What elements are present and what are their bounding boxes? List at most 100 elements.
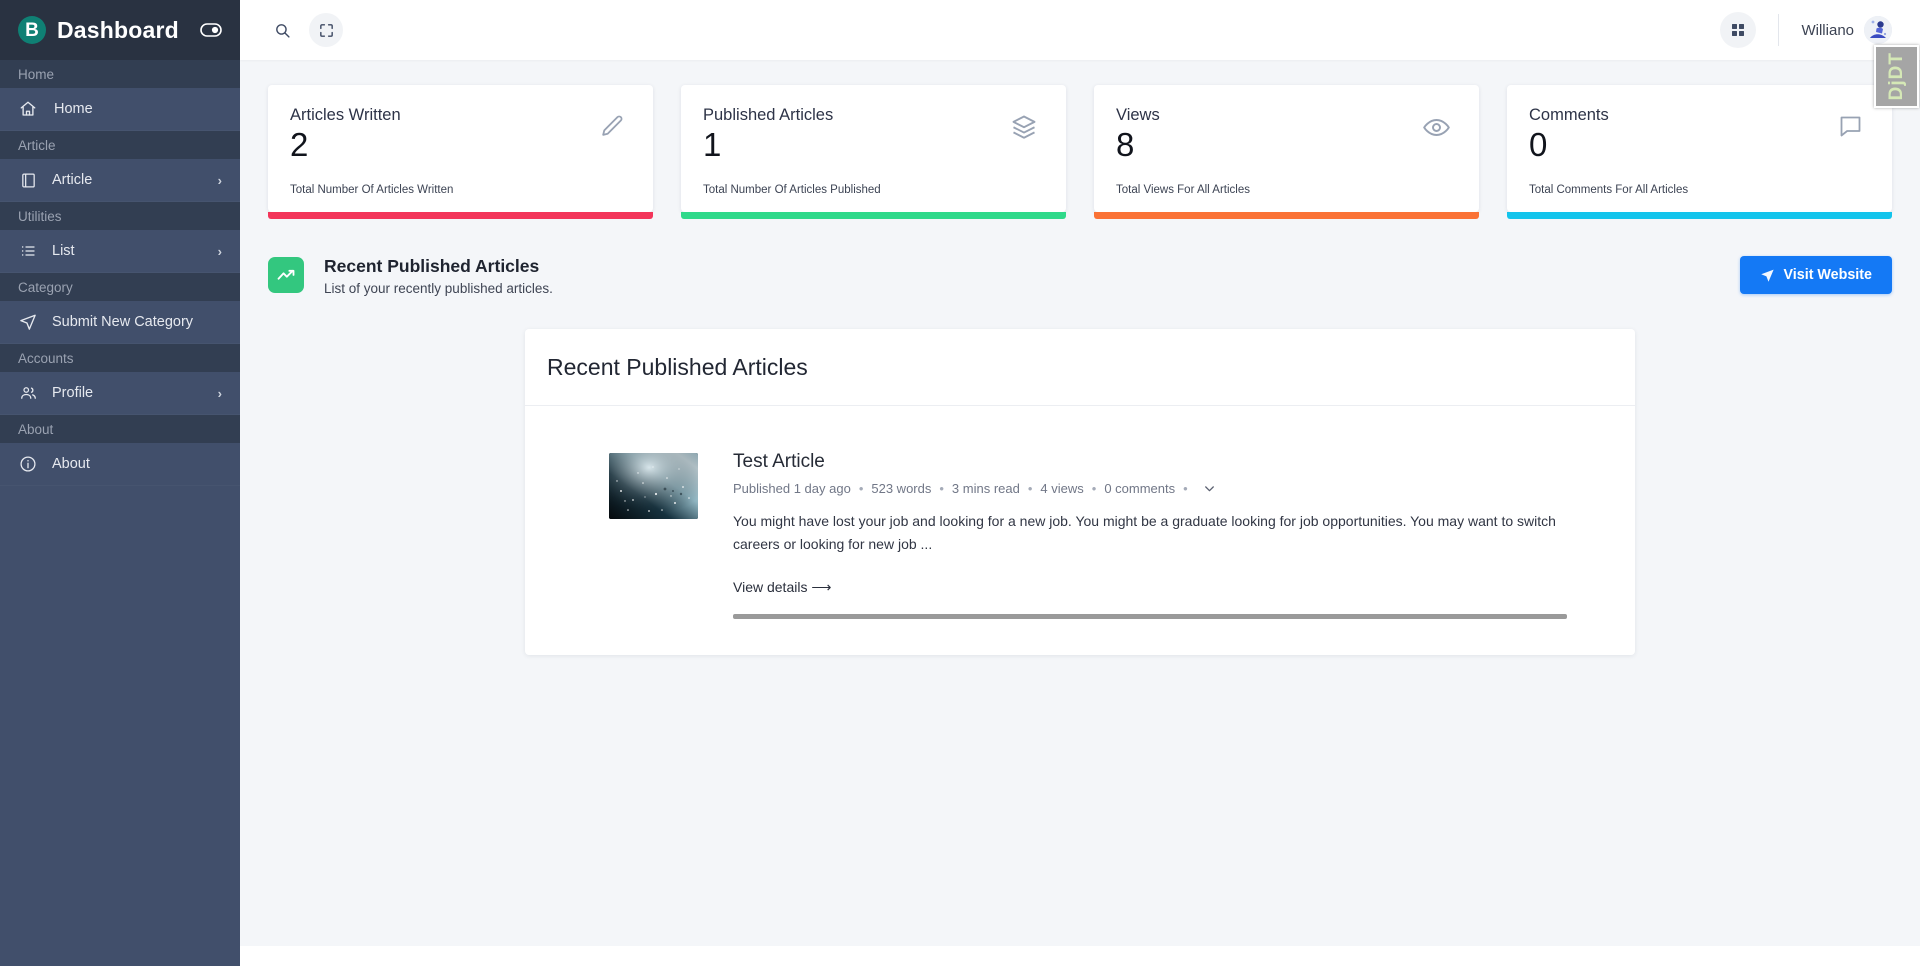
avatar — [1864, 16, 1892, 44]
article-words: 523 words — [871, 481, 931, 496]
comment-icon — [1837, 113, 1864, 145]
pencil-icon — [598, 113, 625, 145]
user-menu[interactable]: Williano — [1801, 16, 1892, 44]
stat-value: 2 — [290, 124, 598, 165]
stat-accent-bar — [268, 212, 653, 219]
book-icon — [18, 172, 38, 189]
home-icon — [18, 100, 38, 118]
stat-accent-bar — [1507, 212, 1892, 219]
sidebar-section-about: About — [0, 415, 240, 443]
main-area: Williano — [240, 0, 1920, 966]
sidebar-item-about-label: About — [52, 456, 90, 472]
article-thumbnail[interactable] — [609, 453, 698, 519]
article-body: Test Article Published 1 day ago • 523 w… — [733, 450, 1613, 619]
stat-subtitle: Total Number Of Articles Written — [290, 174, 631, 196]
stat-subtitle: Total Views For All Articles — [1116, 174, 1457, 196]
sidebar-section-article: Article — [0, 131, 240, 159]
panel-title: Recent Published Articles — [547, 354, 1613, 381]
article-divider — [733, 614, 1567, 619]
meta-separator: • — [1028, 481, 1033, 496]
sidebar-collapse-toggle[interactable] — [200, 23, 222, 37]
sidebar: B Dashboard Home Home Article — [0, 0, 240, 966]
brand-logo-icon: B — [18, 16, 46, 44]
user-avatar-image — [1864, 16, 1892, 44]
search-icon — [274, 22, 291, 39]
topbar-divider — [1778, 14, 1779, 46]
sidebar-item-profile-label: Profile — [52, 385, 93, 401]
sidebar-section-utilities: Utilities — [0, 202, 240, 230]
stat-title: Articles Written — [290, 105, 598, 126]
sidebar-section-home: Home — [0, 60, 240, 88]
meta-separator: • — [859, 481, 864, 496]
section-title: Recent Published Articles — [324, 255, 553, 278]
stat-value: 0 — [1529, 124, 1837, 165]
stat-card-articles-written: Articles Written 2 Total Number Of Artic… — [268, 85, 653, 212]
send-icon — [1760, 268, 1775, 283]
stat-value: 8 — [1116, 124, 1422, 165]
toggle-switch-icon — [200, 23, 222, 37]
sidebar-brand: B Dashboard — [0, 0, 240, 60]
layers-icon — [1010, 113, 1038, 146]
app-root: B Dashboard Home Home Article — [0, 0, 1920, 966]
sidebar-item-article[interactable]: Article › — [0, 159, 240, 202]
chevron-right-icon: › — [218, 386, 222, 401]
eye-icon — [1422, 113, 1451, 147]
chevron-down-icon[interactable] — [1203, 482, 1216, 495]
content-area: Articles Written 2 Total Number Of Artic… — [240, 60, 1920, 946]
visit-website-button[interactable]: Visit Website — [1740, 256, 1892, 294]
panel-body: Test Article Published 1 day ago • 523 w… — [525, 406, 1635, 655]
article-views: 4 views — [1040, 481, 1083, 496]
stat-card-comments: Comments 0 Total Comments For All Articl… — [1507, 85, 1892, 212]
view-details-link[interactable]: View details ⟶ — [733, 579, 831, 596]
apps-grid-icon — [1730, 22, 1746, 38]
sidebar-section-accounts: Accounts — [0, 344, 240, 372]
sidebar-item-list[interactable]: List › — [0, 230, 240, 273]
stat-card-published-articles: Published Articles 1 Total Number Of Art… — [681, 85, 1066, 212]
sidebar-item-about[interactable]: About — [0, 443, 240, 486]
topbar: Williano — [240, 0, 1920, 60]
stats-row: Articles Written 2 Total Number Of Artic… — [268, 85, 1892, 212]
article-thumbnail-image — [609, 453, 698, 519]
article-comments: 0 comments — [1104, 481, 1175, 496]
section-subtitle: List of your recently published articles… — [324, 281, 553, 296]
chevron-right-icon: › — [218, 244, 222, 259]
username-label: Williano — [1801, 22, 1854, 39]
meta-separator: • — [1183, 481, 1188, 496]
stat-accent-bar — [1094, 212, 1479, 219]
stat-subtitle: Total Comments For All Articles — [1529, 174, 1870, 196]
search-button[interactable] — [265, 13, 299, 47]
apps-grid-button[interactable] — [1720, 12, 1756, 48]
article-excerpt: You might have lost your job and looking… — [733, 510, 1567, 554]
sidebar-item-home-label: Home — [52, 101, 93, 117]
sidebar-section-category: Category — [0, 273, 240, 301]
sidebar-item-submit-new-category[interactable]: Submit New Category — [0, 301, 240, 344]
sidebar-item-submit-new-category-label: Submit New Category — [52, 314, 193, 330]
article-published: Published 1 day ago — [733, 481, 851, 496]
fullscreen-icon — [318, 22, 335, 39]
chevron-right-icon: › — [218, 173, 222, 188]
stat-subtitle: Total Number Of Articles Published — [703, 174, 1044, 196]
bottom-strip — [240, 946, 1920, 966]
topbar-right: Williano — [1720, 12, 1892, 48]
article-read-time: 3 mins read — [952, 481, 1020, 496]
users-icon — [18, 384, 38, 402]
article-title[interactable]: Test Article — [733, 450, 1567, 475]
stat-title: Views — [1116, 105, 1422, 126]
djdt-toolbar-handle[interactable]: DjDT — [1874, 45, 1919, 108]
panel-header: Recent Published Articles — [525, 329, 1635, 406]
sidebar-item-home[interactable]: Home — [0, 88, 240, 131]
article-meta: Published 1 day ago • 523 words • 3 mins… — [733, 481, 1567, 496]
meta-separator: • — [1092, 481, 1097, 496]
brand-title: Dashboard — [57, 17, 179, 44]
stat-title: Published Articles — [703, 105, 1010, 126]
section-header: Recent Published Articles List of your r… — [268, 255, 1892, 296]
list-icon — [18, 243, 38, 259]
trending-up-icon — [268, 257, 304, 293]
stat-card-views: Views 8 Total Views For All Articles — [1094, 85, 1479, 212]
fullscreen-button[interactable] — [309, 13, 343, 47]
recent-articles-panel: Recent Published Articles — [525, 329, 1635, 655]
sidebar-item-profile[interactable]: Profile › — [0, 372, 240, 415]
sidebar-item-list-label: List — [52, 243, 75, 259]
stat-value: 1 — [703, 124, 1010, 165]
sidebar-item-article-label: Article — [52, 172, 92, 188]
